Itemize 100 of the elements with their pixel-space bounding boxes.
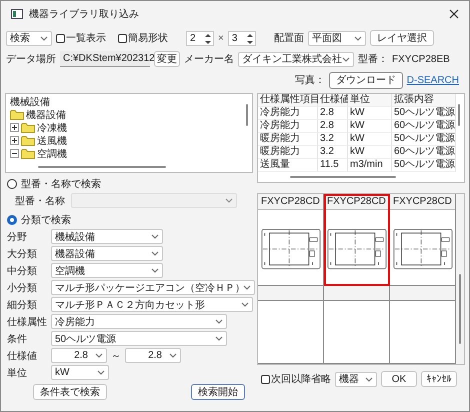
table-cell: 暖房能力: [258, 133, 318, 146]
radio-button[interactable]: [7, 178, 17, 188]
caret-icon: [97, 370, 105, 375]
folder-icon: [21, 135, 35, 146]
unit-plan-drawing: [326, 228, 386, 270]
field-label: 型番・名称: [15, 194, 66, 208]
field-label: 大分類: [7, 248, 38, 260]
table-cell: 冷房能力: [258, 120, 318, 133]
times-sign: ×: [218, 32, 224, 44]
table-cell: 50ヘルツ電源: [392, 159, 456, 172]
model-number: FXYCP28EB: [392, 54, 450, 64]
mode-dropdown[interactable]: 検索: [6, 30, 52, 46]
tree-item[interactable]: 機器設備: [26, 108, 66, 122]
tree-item[interactable]: 空調機: [37, 146, 67, 160]
placement-dropdown[interactable]: 平面図: [308, 30, 366, 46]
caret-icon: [354, 36, 362, 40]
result-cell[interactable]: FXYCP28CD: [390, 194, 456, 286]
close-icon[interactable]: [449, 9, 459, 19]
radio-button[interactable]: [7, 214, 17, 224]
dropdown[interactable]: 機器設備: [51, 246, 163, 261]
target-dropdown[interactable]: 機器: [335, 372, 377, 386]
layer-select-button[interactable]: レイヤ選択: [370, 30, 434, 46]
dropdown[interactable]: 機械設備: [51, 229, 163, 244]
maker-label: メーカー名: [184, 53, 234, 66]
table-cell: 冷房能力: [258, 107, 318, 120]
checkbox[interactable]: [56, 34, 65, 42]
folder-icon: [21, 122, 35, 133]
caret-icon: [241, 302, 249, 307]
field-label: 小分類: [7, 282, 38, 294]
result-cell[interactable]: FXYCP28CD: [324, 194, 390, 286]
caret-icon: [40, 36, 48, 40]
checkbox-label: 一覧表示: [66, 32, 106, 45]
dropdown[interactable]: kW: [51, 365, 109, 380]
unit-plan-drawing: [392, 228, 452, 270]
result-cell[interactable]: [390, 286, 456, 364]
d-search-link[interactable]: D-SEARCH: [406, 74, 459, 86]
radio-label: 型番・名称で検索: [21, 178, 101, 190]
table-cell: 11.5: [318, 159, 348, 172]
result-cell[interactable]: [324, 286, 390, 364]
result-title: FXYCP28CD: [324, 194, 389, 210]
ok-button[interactable]: OK: [381, 371, 417, 387]
checkbox[interactable]: [261, 374, 270, 384]
dropdown[interactable]: 2.8: [125, 348, 181, 363]
field-label: 中分類: [7, 264, 38, 278]
field-label: 分野: [7, 230, 28, 244]
caret-icon: [151, 234, 159, 239]
result-title: FXYCP28CD: [390, 194, 455, 210]
table-cell: kW: [348, 120, 392, 133]
cancel-button[interactable]: ｷｬﾝｾﾙ: [421, 371, 457, 387]
spin-field[interactable]: 3: [228, 30, 256, 46]
table-cell: 3.2: [318, 146, 348, 159]
range-separator: ～: [110, 350, 122, 362]
dropdown[interactable]: マルチ形ＰＡＣ２方向カセット形: [51, 297, 253, 312]
expander-icon[interactable]: [10, 149, 19, 158]
spin-arrows-icon[interactable]: [246, 32, 254, 46]
result-cell[interactable]: FXYCP28CD: [258, 194, 324, 286]
data-location-label: データ場所: [6, 52, 56, 66]
dropdown[interactable]: 50ヘルツ電源: [51, 331, 227, 346]
spin-arrows-icon[interactable]: [204, 32, 212, 46]
tree-item[interactable]: 冷凍機: [37, 120, 67, 134]
checkbox[interactable]: [118, 34, 127, 42]
caret-icon: [215, 319, 223, 324]
caret-icon: [215, 336, 223, 341]
unit-plan-drawing: [260, 228, 320, 270]
radio-label: 分類で検索: [21, 214, 71, 226]
dropdown[interactable]: マルチ形パッケージエアコン（空冷ＨＰ）: [51, 280, 255, 295]
caret-icon: [169, 353, 177, 358]
tree-item[interactable]: 機械設備: [10, 94, 50, 108]
caret-icon: [95, 353, 103, 358]
app-icon: [11, 9, 23, 19]
download-button[interactable]: ダウンロード: [328, 72, 403, 88]
expander-icon[interactable]: [10, 123, 19, 132]
start-search-button[interactable]: 検索開始: [191, 384, 245, 400]
table-cell: 60ヘルツ電源: [392, 146, 456, 159]
dropdown[interactable]: 冷房能力: [51, 314, 227, 329]
table-cell: 送風量: [258, 159, 318, 172]
table-cell: 暖房能力: [258, 146, 318, 159]
placement-label: 配置面: [274, 32, 304, 45]
column-header[interactable]: 単位: [348, 94, 392, 107]
caret-icon: [225, 198, 233, 203]
spin-field[interactable]: 2: [186, 30, 214, 46]
caret-icon: [151, 251, 159, 256]
result-cell[interactable]: [258, 286, 324, 364]
change-button[interactable]: 変更: [154, 51, 180, 67]
expander-icon[interactable]: [10, 136, 19, 145]
dropdown[interactable]: 2.8: [51, 348, 107, 363]
table-cell: 2.8: [318, 120, 348, 133]
table-cell: m3/min: [348, 159, 392, 172]
field-label: 単位: [7, 366, 28, 380]
table-cell: 50ヘルツ電源: [392, 133, 456, 146]
condition-table-search-button[interactable]: 条件表で検索: [33, 384, 107, 400]
tree-item[interactable]: 送風機: [37, 134, 67, 148]
field-label: 条件: [7, 332, 28, 346]
maker-dropdown[interactable]: ダイキン工業株式会社: [238, 52, 354, 66]
photo-label: 写真：: [294, 74, 325, 87]
table-cell: kW: [348, 107, 392, 120]
column-header[interactable]: 仕様属性項目: [258, 94, 318, 107]
folder-icon: [10, 109, 24, 120]
checkbox-label: 簡易形状: [128, 32, 168, 45]
dropdown[interactable]: 空調機: [51, 263, 163, 278]
